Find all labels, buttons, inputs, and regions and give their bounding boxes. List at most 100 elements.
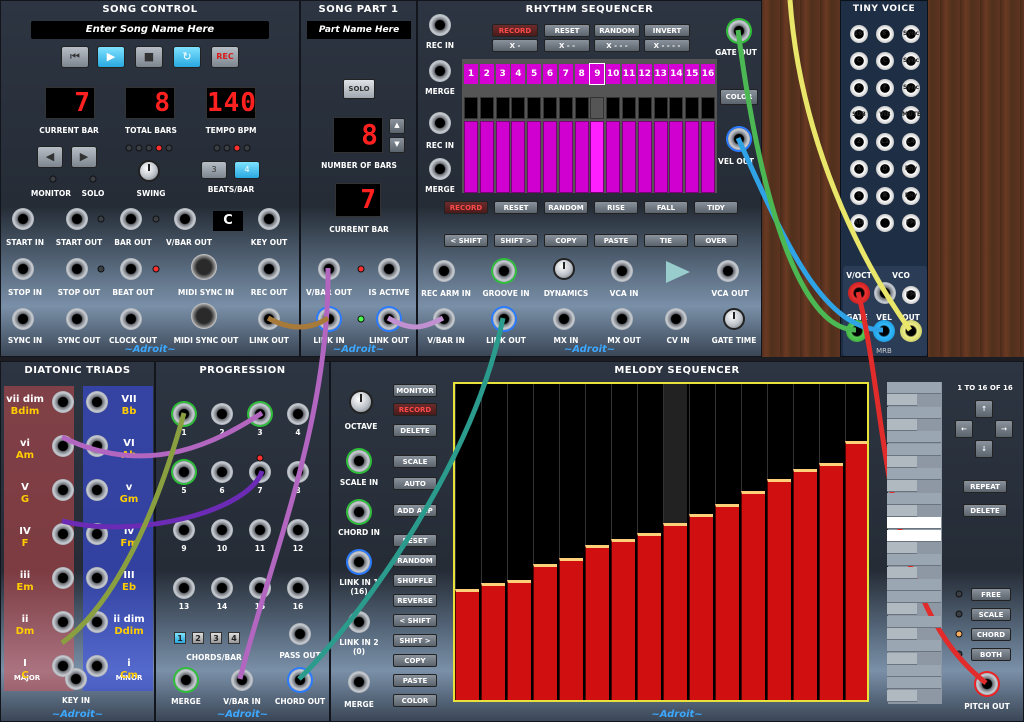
piano-key[interactable] [887, 689, 917, 702]
piano-key[interactable] [887, 455, 917, 468]
piano-key[interactable] [887, 443, 941, 456]
melody-scale-button[interactable]: SCALE [393, 455, 437, 468]
gate-jack[interactable] [846, 320, 868, 342]
piano-key[interactable] [887, 566, 917, 579]
piano-key[interactable] [887, 480, 917, 493]
tiny-voice-control[interactable]: SUB [850, 106, 868, 124]
mode-led[interactable] [955, 610, 963, 618]
tiny-voice-control[interactable]: Sync [902, 79, 920, 97]
tiny-voice-control[interactable]: Sync [902, 25, 920, 43]
minor-triad-jack[interactable] [86, 523, 108, 545]
mode-free-button[interactable]: FREE [971, 588, 1011, 601]
melody-step-note[interactable] [767, 479, 791, 700]
piano-key[interactable] [887, 603, 917, 616]
mode-led[interactable] [955, 590, 963, 598]
rhythm-record-button[interactable]: RECORD [492, 24, 538, 37]
minor-triad-jack[interactable] [86, 611, 108, 633]
x1-button[interactable]: X - [492, 39, 538, 52]
tiny-voice-control[interactable]: C [876, 52, 894, 70]
song-name-field[interactable]: Enter Song Name Here [31, 21, 269, 39]
melody-shift--button[interactable]: SHIFT > [393, 634, 437, 647]
tiny-voice-control[interactable]: Env [902, 187, 920, 205]
rhythm-step-6[interactable]: 6 [543, 64, 557, 84]
v-bar-in-jack[interactable] [231, 669, 253, 691]
major-triad-jack[interactable] [52, 567, 74, 589]
tiny-voice-control[interactable]: F [850, 79, 868, 97]
minor-triad-jack[interactable] [86, 391, 108, 413]
start-in-jack[interactable] [12, 208, 34, 230]
nav-up-button[interactable]: ↑ [975, 400, 993, 418]
major-triad-jack[interactable] [52, 523, 74, 545]
piano-key[interactable] [887, 418, 917, 431]
merge-jack[interactable] [429, 158, 451, 180]
tiny-voice-control[interactable]: 16' [850, 25, 868, 43]
chord-in-jack[interactable] [348, 501, 370, 523]
loop-button[interactable]: ↻ [173, 46, 201, 68]
swing-knob[interactable] [138, 160, 160, 182]
repeat-button[interactable]: REPEAT [963, 480, 1007, 493]
rhythm-gate-cell[interactable] [574, 97, 589, 119]
out-jack[interactable] [900, 320, 922, 342]
piano-key[interactable] [887, 382, 941, 394]
melody-step-note[interactable] [715, 504, 739, 700]
rhythm-velocity-cell[interactable] [543, 121, 557, 193]
rhythm-velocity-cell[interactable] [574, 121, 589, 193]
piano-key[interactable] [887, 492, 941, 505]
melody-step-empty[interactable] [533, 384, 557, 564]
record-button[interactable]: REC [211, 46, 239, 68]
rhythm-step-9[interactable]: 9 [589, 63, 606, 85]
rhythm-velocity-cell[interactable] [590, 121, 605, 193]
melody-add-arp-button[interactable]: ADD ARP [393, 504, 437, 517]
melody-reverse-button[interactable]: REVERSE [393, 594, 437, 607]
melody-step-empty[interactable] [611, 384, 635, 539]
melody-copy-button[interactable]: COPY [393, 654, 437, 667]
pattern-fall-button[interactable]: FALL [644, 201, 688, 214]
mx-out-jack[interactable] [611, 308, 633, 330]
minor-triad-jack[interactable] [86, 655, 108, 677]
midi-sync-out-port[interactable] [191, 303, 217, 329]
sync-in-jack[interactable] [12, 308, 34, 330]
piano-key[interactable] [887, 628, 917, 640]
v-bar-out-jack[interactable] [318, 258, 340, 280]
gate-out-jack[interactable] [728, 20, 750, 42]
major-triad-jack[interactable] [52, 391, 74, 413]
melody-step-note[interactable] [819, 463, 843, 700]
vca-out-jack[interactable] [717, 260, 739, 282]
beats-4-button[interactable]: 4 [234, 161, 260, 179]
melody-step-note[interactable] [559, 558, 583, 700]
nav-right-button[interactable]: → [995, 420, 1013, 438]
stop-out-jack[interactable] [66, 258, 88, 280]
major-triad-jack[interactable] [52, 655, 74, 677]
rhythm-velocity-cell[interactable] [511, 121, 526, 193]
rhythm-gate-cell[interactable] [590, 97, 605, 119]
rhythm-velocity-cell[interactable] [558, 121, 573, 193]
melody-reset-button[interactable]: RESET [393, 534, 437, 547]
melody-merge-jack[interactable] [348, 671, 370, 693]
play-button[interactable]: ▶ [97, 46, 125, 68]
melody-step-empty[interactable] [715, 384, 739, 504]
tiny-voice-control[interactable]: Sync [902, 52, 920, 70]
vca-in-jack[interactable] [611, 260, 633, 282]
progression-step-jack[interactable] [211, 403, 233, 425]
groove-in-jack[interactable] [493, 260, 515, 282]
nav-left-button[interactable]: ← [955, 420, 973, 438]
rhythm-velocity-cell[interactable] [464, 121, 478, 193]
minor-triad-jack[interactable] [86, 567, 108, 589]
rhythm-gate-cell[interactable] [479, 97, 494, 119]
stop-button[interactable]: ■ [135, 46, 163, 68]
mode-chord-button[interactable]: CHORD [971, 628, 1011, 641]
rhythm-gate-cell[interactable] [653, 97, 668, 119]
rewind-button[interactable]: ⏮ [61, 46, 89, 68]
melody--shift-button[interactable]: < SHIFT [393, 614, 437, 627]
mode-led[interactable] [955, 630, 963, 638]
rec-out-jack[interactable] [258, 258, 280, 280]
progression-step-jack[interactable] [249, 461, 271, 483]
rhythm-step-8[interactable]: 8 [574, 64, 589, 84]
rhythm-step-13[interactable]: 13 [653, 64, 668, 84]
tiny-voice-control[interactable]: Att [850, 214, 868, 232]
progression-step-jack[interactable] [211, 577, 233, 599]
beat-out-jack[interactable] [120, 258, 142, 280]
vco-jack[interactable] [874, 282, 896, 304]
vel-out-jack[interactable] [728, 128, 750, 150]
progression-step-jack[interactable] [173, 403, 195, 425]
